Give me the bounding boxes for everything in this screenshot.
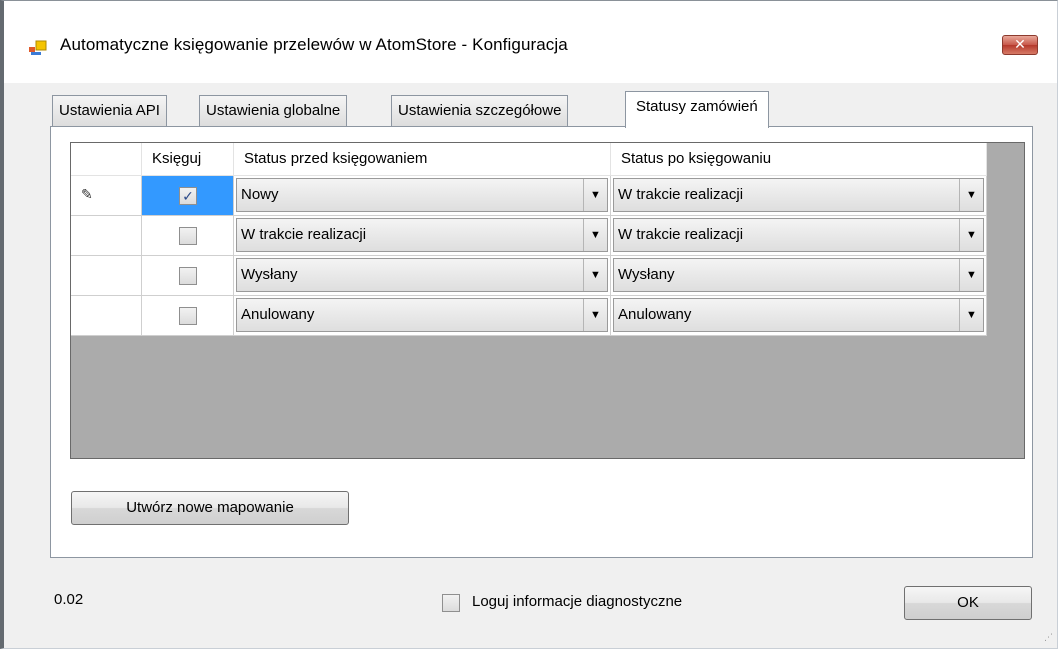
- status-before-cell: Anulowany ▼: [234, 296, 611, 336]
- status-after-value: W trakcie realizacji: [618, 226, 744, 243]
- status-before-dropdown[interactable]: Anulowany ▼: [236, 298, 608, 332]
- chevron-down-icon[interactable]: ▼: [583, 179, 607, 211]
- status-after-value: Wysłany: [618, 266, 675, 283]
- status-after-dropdown[interactable]: Anulowany ▼: [613, 298, 984, 332]
- chevron-down-icon[interactable]: ▼: [959, 179, 983, 211]
- chevron-down-icon[interactable]: ▼: [583, 299, 607, 331]
- post-checkbox[interactable]: [179, 267, 197, 285]
- tab-order-statuses[interactable]: Statusy zamówień: [625, 91, 769, 128]
- chevron-down-icon[interactable]: ▼: [583, 219, 607, 251]
- chevron-down-icon[interactable]: ▼: [959, 299, 983, 331]
- status-after-value: W trakcie realizacji: [618, 186, 744, 203]
- status-after-cell: Anulowany ▼: [611, 296, 987, 336]
- title-bar: Automatyczne księgowanie przelewów w Ato…: [4, 1, 1057, 83]
- post-cell[interactable]: [142, 256, 234, 296]
- post-cell[interactable]: [142, 216, 234, 256]
- column-header-status-before[interactable]: Status przed księgowaniem: [234, 143, 611, 176]
- close-button[interactable]: ✕: [1002, 35, 1038, 55]
- config-window: Automatyczne księgowanie przelewów w Ato…: [0, 0, 1058, 649]
- status-before-value: Wysłany: [241, 266, 298, 283]
- status-mapping-grid: Księguj Status przed księgowaniem Status…: [70, 142, 1025, 459]
- app-icon: [29, 40, 47, 55]
- row-header[interactable]: [71, 256, 142, 296]
- diagnostics-label[interactable]: Loguj informacje diagnostyczne: [472, 593, 682, 610]
- ok-button[interactable]: OK: [904, 586, 1032, 620]
- status-before-dropdown[interactable]: W trakcie realizacji ▼: [236, 218, 608, 252]
- row-header[interactable]: [71, 216, 142, 256]
- status-after-cell: Wysłany ▼: [611, 256, 987, 296]
- post-cell[interactable]: ✓: [142, 176, 234, 216]
- chevron-down-icon[interactable]: ▼: [583, 259, 607, 291]
- status-before-value: Anulowany: [241, 306, 315, 323]
- status-before-cell: Nowy ▼: [234, 176, 611, 216]
- table-row: W trakcie realizacji ▼ W trakcie realiza…: [71, 216, 987, 256]
- table-row: Anulowany ▼ Anulowany ▼: [71, 296, 987, 336]
- post-cell[interactable]: [142, 296, 234, 336]
- checkmark-icon: ✓: [182, 188, 194, 204]
- edit-pencil-icon: ✎: [81, 186, 93, 202]
- row-header-corner: [71, 143, 142, 176]
- grid-header: Księguj Status przed księgowaniem Status…: [71, 143, 987, 176]
- status-before-cell: Wysłany ▼: [234, 256, 611, 296]
- post-checkbox[interactable]: ✓: [179, 187, 197, 205]
- order-statuses-panel: Księguj Status przed księgowaniem Status…: [50, 126, 1033, 558]
- table-row: Wysłany ▼ Wysłany ▼: [71, 256, 987, 296]
- column-header-status-after[interactable]: Status po księgowaniu: [611, 143, 987, 176]
- post-checkbox[interactable]: [179, 307, 197, 325]
- tab-detailed-settings[interactable]: Ustawienia szczegółowe: [391, 95, 569, 127]
- post-checkbox[interactable]: [179, 227, 197, 245]
- status-after-dropdown[interactable]: W trakcie realizacji ▼: [613, 218, 984, 252]
- status-before-dropdown[interactable]: Wysłany ▼: [236, 258, 608, 292]
- version-label: 0.02: [54, 591, 84, 608]
- column-header-post[interactable]: Księguj: [142, 143, 234, 176]
- status-before-value: Nowy: [241, 186, 279, 203]
- status-after-dropdown[interactable]: Wysłany ▼: [613, 258, 984, 292]
- diagnostics-checkbox[interactable]: [442, 594, 460, 612]
- status-before-cell: W trakcie realizacji ▼: [234, 216, 611, 256]
- tab-global-settings[interactable]: Ustawienia globalne: [199, 95, 348, 127]
- status-after-cell: W trakcie realizacji ▼: [611, 216, 987, 256]
- resize-grip-icon[interactable]: ⋰: [1044, 632, 1053, 643]
- chevron-down-icon[interactable]: ▼: [959, 259, 983, 291]
- status-after-cell: W trakcie realizacji ▼: [611, 176, 987, 216]
- row-header[interactable]: [71, 296, 142, 336]
- window-title: Automatyczne księgowanie przelewów w Ato…: [60, 35, 568, 54]
- table-row: ✎ ✓ Nowy ▼ W trakcie realizacji ▼: [71, 176, 987, 216]
- status-before-dropdown[interactable]: Nowy ▼: [236, 178, 608, 212]
- create-mapping-button[interactable]: Utwórz nowe mapowanie: [71, 491, 349, 525]
- close-icon: ✕: [1014, 36, 1026, 52]
- status-after-value: Anulowany: [618, 306, 692, 323]
- tab-api-settings[interactable]: Ustawienia API: [52, 95, 167, 127]
- chevron-down-icon[interactable]: ▼: [959, 219, 983, 251]
- status-before-value: W trakcie realizacji: [241, 226, 367, 243]
- status-after-dropdown[interactable]: W trakcie realizacji ▼: [613, 178, 984, 212]
- row-header[interactable]: ✎: [71, 176, 142, 216]
